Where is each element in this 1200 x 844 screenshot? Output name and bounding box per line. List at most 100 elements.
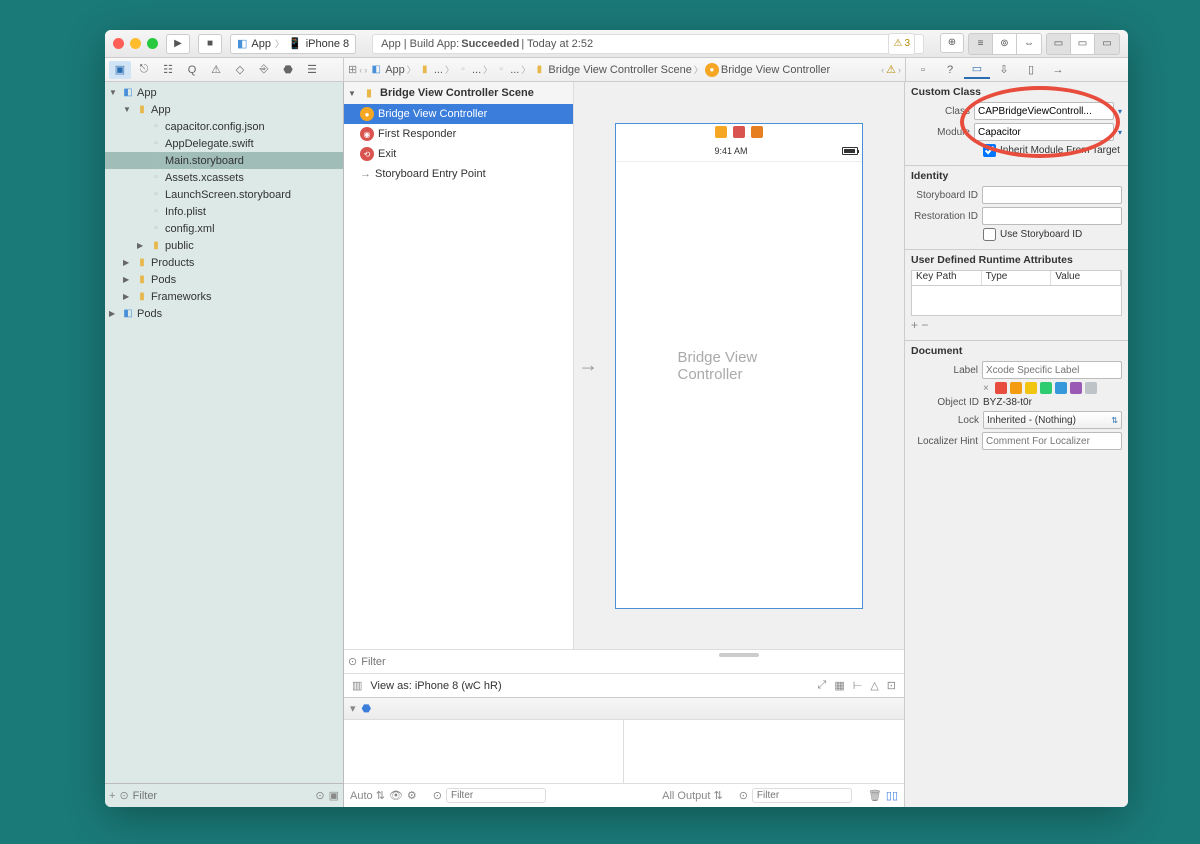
issue-navigator-tab[interactable]: ⚠ (205, 61, 227, 79)
align-icon[interactable]: ▦ (834, 679, 844, 692)
scroll-handle[interactable] (719, 653, 759, 657)
inherit-module-checkbox[interactable] (983, 144, 996, 157)
breakpoint-toggle-icon[interactable]: ⬣ (362, 702, 372, 715)
outline-scene-header[interactable]: ▼▮ Bridge View Controller Scene (344, 82, 573, 104)
tree-root-pods[interactable]: ▶◧Pods (105, 305, 343, 322)
close-icon[interactable] (113, 38, 124, 49)
split-toggle-icon[interactable]: ▯▯ (886, 789, 898, 802)
debug-navigator-tab[interactable]: ⎆ (253, 61, 275, 79)
storyboard-id-input[interactable] (982, 186, 1122, 204)
outline-item[interactable]: ◉First Responder (344, 124, 573, 144)
console-filter-input[interactable] (752, 788, 852, 803)
view-as-label[interactable]: View as: iPhone 8 (wC hR) (370, 680, 501, 692)
add-attr-button[interactable]: + (911, 318, 918, 332)
dropdown-icon[interactable]: ▾ (1118, 107, 1122, 116)
add-button[interactable]: + (109, 790, 115, 802)
tree-item[interactable]: ▫capacitor.config.json (105, 118, 343, 135)
jump-bar[interactable]: ⊞ ‹ › ◧App〉 ▮...〉 ▫...〉 ▫...〉 ▮Bridge Vi… (344, 58, 905, 81)
tree-item[interactable]: ▶▮Pods (105, 271, 343, 288)
help-inspector-tab[interactable]: ? (937, 61, 963, 79)
localizer-input[interactable] (982, 432, 1122, 450)
tree-item[interactable]: ▫AppDelegate.swift (105, 135, 343, 152)
stop-button[interactable]: ■ (198, 34, 222, 54)
module-input[interactable] (974, 123, 1114, 141)
tree-root[interactable]: ▼◧App (105, 84, 343, 101)
restoration-id-input[interactable] (982, 207, 1122, 225)
trash-icon[interactable]: 🗑 (868, 789, 882, 802)
version-editor-button[interactable]: ⇔ (1017, 34, 1041, 54)
clear-color-icon[interactable]: × (983, 383, 989, 394)
resolve-icon[interactable]: △ (870, 679, 878, 692)
scm-filter-icon[interactable]: ▣ (329, 789, 339, 802)
symbol-navigator-tab[interactable]: ☷ (157, 61, 179, 79)
auto-selector[interactable]: Auto ⇅ (350, 789, 385, 802)
zoom-icon[interactable] (147, 38, 158, 49)
tree-item[interactable]: ▫LaunchScreen.storyboard (105, 186, 343, 203)
color-swatch[interactable] (1010, 382, 1022, 394)
tree-item[interactable]: ▫Info.plist (105, 203, 343, 220)
embed-icon[interactable]: ⊡ (887, 679, 896, 692)
standard-editor-button[interactable]: ≡ (969, 34, 993, 54)
test-navigator-tab[interactable]: ◇ (229, 61, 251, 79)
warning-count-badge[interactable]: ⚠ 3 (888, 33, 915, 55)
navigator-filter-input[interactable] (133, 790, 312, 802)
assistant-editor-button[interactable]: ⊚ (993, 34, 1017, 54)
settings-icon[interactable]: ⚙ (407, 789, 417, 802)
outline-item-selected[interactable]: ●Bridge View Controller (344, 104, 573, 124)
library-button[interactable]: ⊕ (940, 33, 964, 53)
project-tree[interactable]: ▼◧App ▼▮App ▫capacitor.config.json ▫AppD… (105, 82, 343, 783)
variables-view[interactable] (344, 720, 624, 783)
project-navigator-tab[interactable]: ▣ (109, 61, 131, 79)
run-button[interactable]: ▶ (166, 34, 190, 54)
vc-badge-icon[interactable] (715, 126, 727, 138)
remove-attr-button[interactable]: − (921, 318, 928, 332)
color-swatch[interactable] (1085, 382, 1097, 394)
tree-item[interactable]: ▼▮App (105, 101, 343, 118)
color-swatch[interactable] (1025, 382, 1037, 394)
tree-item[interactable]: ▫Assets.xcassets (105, 169, 343, 186)
size-inspector-tab[interactable]: ▯ (1018, 61, 1044, 79)
tree-item[interactable]: ▶▮Products (105, 254, 343, 271)
toggle-navigator-button[interactable]: ▭ (1047, 34, 1071, 54)
runtime-table-body[interactable] (911, 286, 1122, 316)
source-control-tab[interactable]: ⎋ (133, 61, 155, 79)
identity-inspector-tab[interactable]: ▭ (964, 61, 990, 79)
toggle-inspector-button[interactable]: ▭ (1095, 34, 1119, 54)
variables-filter-input[interactable] (446, 788, 546, 803)
attributes-inspector-tab[interactable]: ⇩ (991, 61, 1017, 79)
tree-item[interactable]: ▶▮public (105, 237, 343, 254)
dropdown-icon[interactable]: ▾ (1118, 128, 1122, 137)
zoom-fit-icon[interactable]: ⤢ (818, 679, 827, 692)
report-navigator-tab[interactable]: ☰ (301, 61, 323, 79)
scheme-selector[interactable]: ◧ App 〉 📱 iPhone 8 (230, 34, 356, 54)
outline-filter-input[interactable] (361, 656, 900, 668)
color-swatch[interactable] (1070, 382, 1082, 394)
tree-item-selected[interactable]: ▫Main.storyboard (105, 152, 343, 169)
lock-select[interactable]: Inherited - (Nothing)⇅ (983, 411, 1122, 429)
exit-badge-icon[interactable] (751, 126, 763, 138)
tree-item[interactable]: ▫config.xml (105, 220, 343, 237)
toggle-debug-button[interactable]: ▭ (1071, 34, 1095, 54)
use-storyboard-id-checkbox[interactable] (983, 228, 996, 241)
file-inspector-tab[interactable]: ▫ (910, 61, 936, 79)
storyboard-canvas[interactable]: → 9:41 AM Bridge View Controller (574, 82, 904, 649)
color-swatch[interactable] (1055, 382, 1067, 394)
responder-badge-icon[interactable] (733, 126, 745, 138)
outline-item[interactable]: ⟲Exit (344, 144, 573, 164)
outline-item[interactable]: →Storyboard Entry Point (344, 164, 573, 184)
find-navigator-tab[interactable]: Q (181, 61, 203, 79)
outline-toggle-icon[interactable]: ▥ (352, 679, 362, 692)
eye-icon[interactable]: 👁 (389, 789, 403, 802)
doc-label-input[interactable] (982, 361, 1122, 379)
breakpoint-navigator-tab[interactable]: ⬣ (277, 61, 299, 79)
tree-item[interactable]: ▶▮Frameworks (105, 288, 343, 305)
connections-inspector-tab[interactable]: → (1045, 61, 1071, 79)
class-input[interactable] (974, 102, 1114, 120)
recent-filter-icon[interactable]: ⊙ (315, 789, 324, 802)
minimize-icon[interactable] (130, 38, 141, 49)
console-view[interactable] (624, 720, 904, 783)
debug-disclosure-icon[interactable]: ▾ (350, 702, 356, 715)
color-swatch[interactable] (995, 382, 1007, 394)
pin-icon[interactable]: ⊢ (853, 679, 863, 692)
output-selector[interactable]: All Output ⇅ (662, 789, 723, 802)
